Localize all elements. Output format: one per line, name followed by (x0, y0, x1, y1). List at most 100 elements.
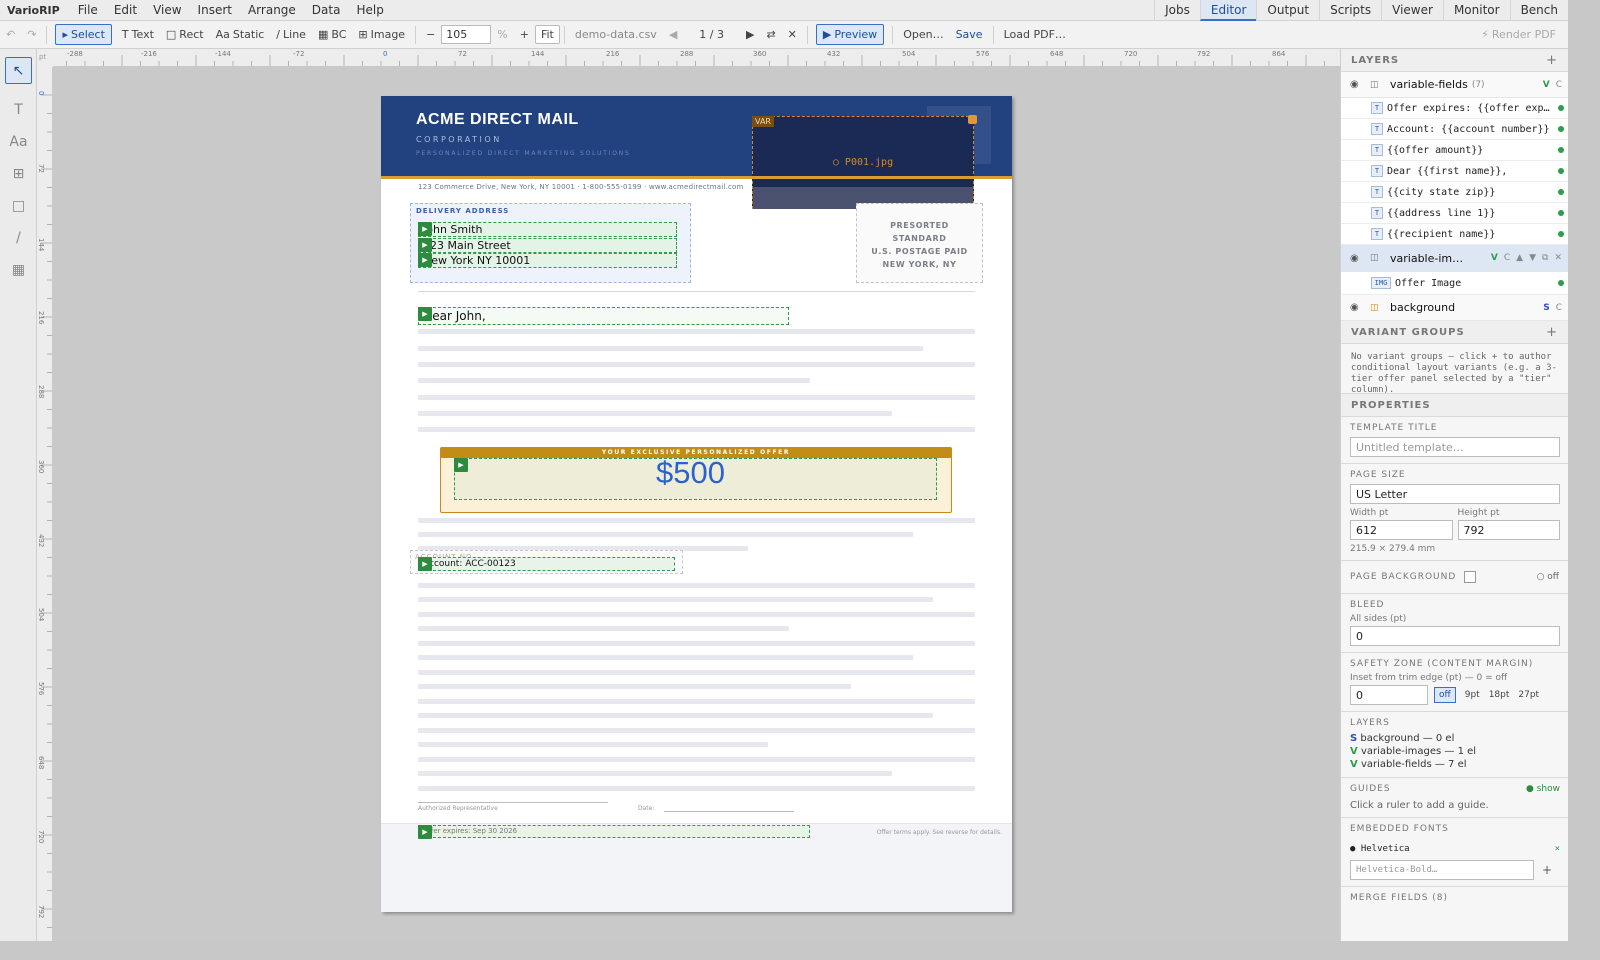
prev-record-icon[interactable]: ◀ (663, 28, 683, 41)
tab-editor[interactable]: Editor (1199, 0, 1257, 21)
pointer-tool-icon[interactable]: ↖ (5, 57, 32, 84)
account-field[interactable]: Account: ACC-00123 (418, 557, 675, 571)
preview-button[interactable]: ▶ Preview (815, 24, 885, 45)
safety-off-option[interactable]: off (1434, 687, 1456, 703)
tab-jobs[interactable]: Jobs (1154, 0, 1200, 21)
duplicate-icon[interactable]: ⧉ (1542, 253, 1548, 263)
recipient-name-field[interactable]: John Smith (418, 222, 677, 237)
visibility-icon[interactable]: ◉ (1350, 253, 1366, 264)
variable-tag[interactable]: V (1543, 80, 1550, 90)
salutation-field[interactable]: Dear John, (418, 307, 789, 325)
save-button[interactable]: Save (950, 28, 989, 41)
tab-bench[interactable]: Bench (1509, 0, 1568, 21)
select-tool-button[interactable]: ▸ Select (55, 24, 112, 45)
menu-file[interactable]: File (70, 3, 106, 17)
font-input[interactable]: Helvetica-Bold… (1350, 860, 1534, 880)
template-title-input[interactable]: Untitled template… (1350, 437, 1560, 457)
swap-icon[interactable]: ⇄ (760, 28, 781, 41)
bleed-input[interactable]: 0 (1350, 626, 1560, 646)
static-text-tool-icon[interactable]: Aa (5, 128, 32, 155)
delete-icon[interactable]: ✕ (1554, 253, 1562, 263)
offer-panel[interactable]: YOUR EXCLUSIVE PERSONALIZED OFFER $500 ▶ (440, 447, 952, 513)
field-marker-icon[interactable]: ▶ (418, 253, 432, 267)
safety-zone-input[interactable]: 0 (1350, 685, 1428, 705)
layer-child-row[interactable]: T {{city state zip}} (1341, 182, 1568, 203)
c-tag[interactable]: C (1556, 80, 1562, 90)
redo-icon[interactable]: ↷ (21, 28, 42, 41)
field-marker-icon[interactable]: ▶ (418, 307, 432, 321)
field-marker-icon[interactable]: ▶ (418, 222, 432, 236)
visibility-icon[interactable]: ◉ (1350, 79, 1366, 90)
page-background-off[interactable]: ○ off (1537, 572, 1559, 582)
barcode-tool-button[interactable]: ▦ BC (312, 28, 352, 41)
close-data-icon[interactable]: ✕ (782, 28, 803, 41)
line-tool-icon[interactable]: / (5, 224, 32, 251)
remove-font-icon[interactable]: × (1555, 844, 1560, 854)
zoom-out-button[interactable]: − (420, 28, 441, 41)
next-record-icon[interactable]: ▶ (740, 28, 760, 41)
tab-viewer[interactable]: Viewer (1381, 0, 1443, 21)
layer-child-row[interactable]: T Offer expires: {{offer expires}} (1341, 98, 1568, 119)
vertical-ruler[interactable]: 0 72 144 216 288 360 432 504 576 648 720… (37, 67, 53, 941)
layer-child-row[interactable]: T {{address line 1}} (1341, 203, 1568, 224)
letterhead-banner[interactable]: ACME DIRECT MAIL CORPORATION PERSONALIZE… (381, 96, 1012, 209)
add-layer-icon[interactable]: + (1546, 53, 1558, 68)
resize-handle[interactable] (968, 115, 977, 124)
safety-27pt-option[interactable]: 27pt (1518, 690, 1539, 700)
move-up-icon[interactable]: ▲ (1516, 253, 1523, 263)
add-font-icon[interactable]: + (1534, 863, 1560, 877)
menu-insert[interactable]: Insert (190, 3, 240, 17)
load-pdf-button[interactable]: Load PDF… (998, 28, 1072, 41)
guides-show-toggle[interactable]: ● show (1526, 784, 1560, 794)
field-marker-icon[interactable]: ▶ (418, 238, 432, 252)
variable-image-frame[interactable]: VAR ○ P001.jpg (752, 115, 977, 209)
expires-field[interactable]: Offer expires: Sep 30 2026 (418, 825, 810, 838)
data-file-label[interactable]: demo-data.csv (569, 28, 663, 41)
layer-child-row[interactable]: T Dear {{first name}}, (1341, 161, 1568, 182)
zoom-in-button[interactable]: + (514, 28, 535, 41)
page-background-checkbox[interactable] (1464, 571, 1477, 583)
image-tool-icon[interactable]: ⊞ (5, 160, 32, 187)
open-button[interactable]: Open… (897, 28, 949, 41)
c-tag[interactable]: C (1504, 253, 1510, 263)
safety-9pt-option[interactable]: 9pt (1465, 690, 1480, 700)
city-state-zip-field[interactable]: New York NY 10001 (418, 253, 677, 268)
layer-child-row[interactable]: T {{recipient name}} (1341, 224, 1568, 245)
design-canvas[interactable]: ACME DIRECT MAIL CORPORATION PERSONALIZE… (53, 67, 1340, 941)
menu-arrange[interactable]: Arrange (240, 3, 304, 17)
rect-tool-icon[interactable]: □ (5, 192, 32, 219)
fit-button[interactable]: Fit (534, 25, 560, 44)
variable-tag[interactable]: V (1491, 253, 1498, 263)
rect-tool-button[interactable]: □ Rect (160, 28, 210, 41)
layer-background[interactable]: ◉ ◫ background SC (1341, 295, 1568, 321)
static-text-button[interactable]: Aa Static (210, 28, 271, 41)
visibility-icon[interactable]: ◉ (1350, 302, 1366, 313)
add-variant-icon[interactable]: + (1546, 325, 1558, 340)
menu-edit[interactable]: Edit (106, 3, 145, 17)
line-tool-button[interactable]: / Line (270, 28, 312, 41)
layer-child-row[interactable]: T Account: {{account number}} (1341, 119, 1568, 140)
postage-indicia[interactable]: PRESORTED STANDARD U.S. POSTAGE PAID NEW… (856, 203, 983, 283)
safety-18pt-option[interactable]: 18pt (1489, 690, 1510, 700)
tab-output[interactable]: Output (1256, 0, 1319, 21)
layer-variable-images[interactable]: ◉ ◫ variable-im… VC ▲ ▼ ⧉ ✕ (1341, 245, 1568, 272)
field-marker-icon[interactable]: ▶ (454, 458, 468, 472)
width-input[interactable]: 612 (1350, 520, 1453, 540)
zoom-input[interactable]: 105 (441, 25, 492, 44)
address-line1-field[interactable]: 123 Main Street (418, 238, 677, 253)
height-input[interactable]: 792 (1457, 520, 1560, 540)
horizontal-ruler[interactable]: -288 -216 -144 -72 0 72 144 216 288 360 … (37, 49, 1340, 67)
text-tool-icon[interactable]: T (5, 96, 32, 123)
tab-scripts[interactable]: Scripts (1319, 0, 1381, 21)
layer-child-row[interactable]: T {{offer amount}} (1341, 140, 1568, 161)
field-marker-icon[interactable]: ▶ (418, 557, 432, 571)
document-page[interactable]: ACME DIRECT MAIL CORPORATION PERSONALIZE… (381, 96, 1012, 912)
image-tool-button[interactable]: ⊞ Image (352, 28, 411, 41)
layer-child-row[interactable]: IMG Offer Image (1341, 272, 1568, 295)
c-tag[interactable]: C (1556, 303, 1562, 313)
page-size-select[interactable]: US Letter (1350, 484, 1560, 504)
tab-monitor[interactable]: Monitor (1442, 0, 1510, 21)
static-tag[interactable]: S (1543, 303, 1549, 313)
text-tool-button[interactable]: T Text (116, 28, 160, 41)
menu-help[interactable]: Help (348, 3, 391, 17)
